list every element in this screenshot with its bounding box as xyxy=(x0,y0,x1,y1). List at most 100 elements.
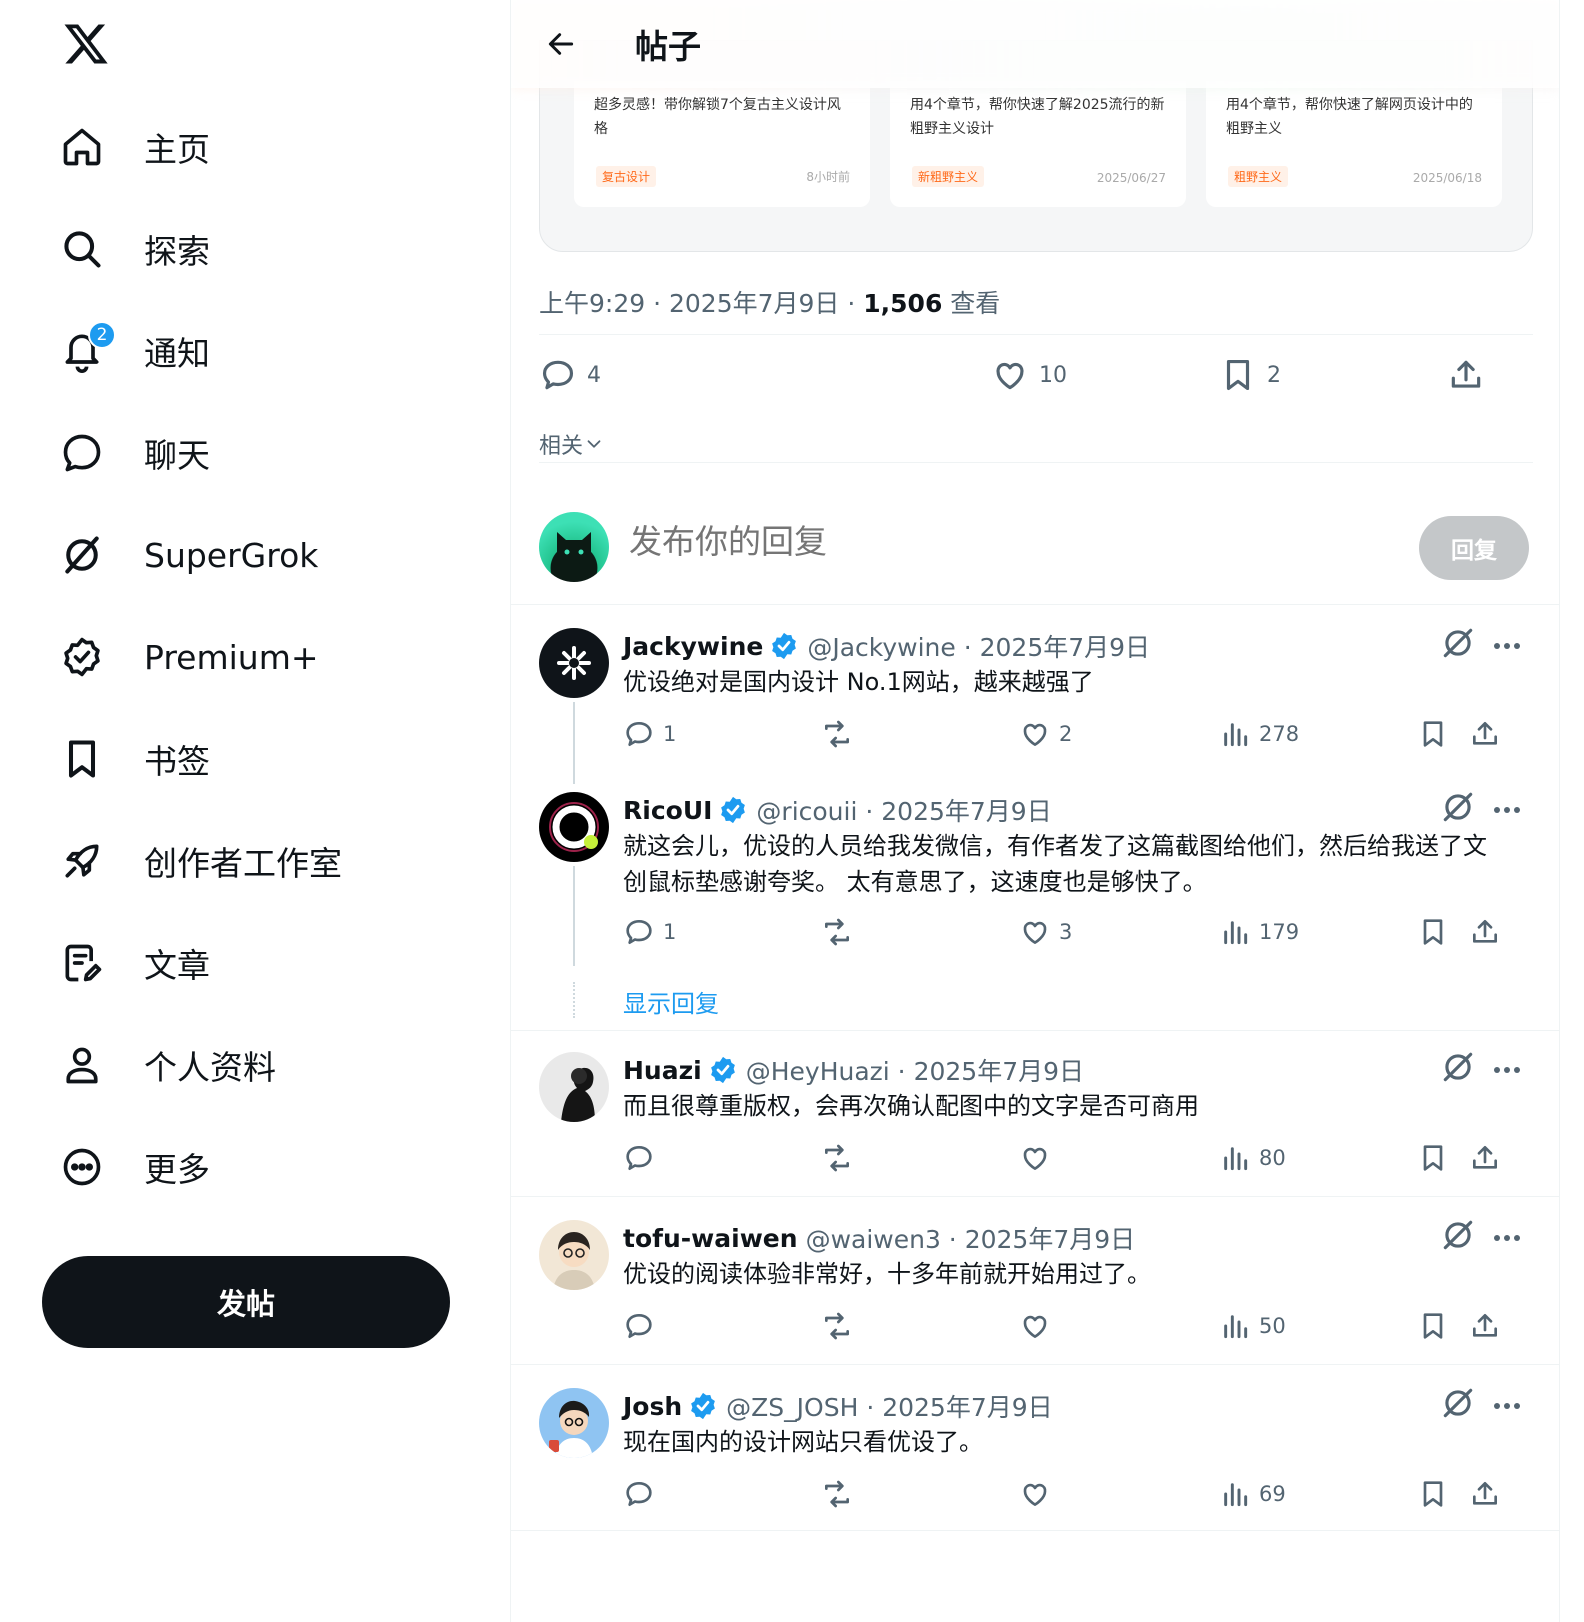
nav-bookmarks[interactable]: 书签 xyxy=(60,708,342,810)
reply-count: 4 xyxy=(587,362,601,388)
grok-icon[interactable] xyxy=(1439,1048,1477,1086)
nav-notifications[interactable]: 2 通知 xyxy=(60,300,342,402)
nav-creator-studio[interactable]: 创作者工作室 xyxy=(60,810,342,912)
verified-icon xyxy=(772,632,797,660)
bookmark-action[interactable] xyxy=(1417,1142,1449,1174)
nav-articles[interactable]: 文章 xyxy=(60,912,342,1014)
article-card[interactable]: 用4个章节，帮你快速了解网页设计中的粗野主义 粗野主义 2025/06/18 xyxy=(1206,81,1502,207)
article-card-title: 用4个章节，帮你快速了解2025流行的新粗野主义设计 xyxy=(910,97,1165,137)
reply-action[interactable]: 1 xyxy=(623,718,676,750)
nav-explore[interactable]: 探索 xyxy=(60,198,342,300)
avatar[interactable] xyxy=(539,1220,609,1290)
more-horizontal-icon[interactable] xyxy=(1489,1228,1525,1248)
search-icon xyxy=(60,227,104,271)
back-arrow-icon[interactable] xyxy=(539,22,583,66)
post-timestamp: 上午9:29 · 2025年7月9日 · 1,506 查看 xyxy=(539,284,1000,320)
more-horizontal-icon[interactable] xyxy=(1489,1396,1525,1416)
reply-action[interactable] xyxy=(623,1478,655,1510)
handle-and-date: @waiwen3 · 2025年7月9日 xyxy=(805,1225,1136,1254)
rocket-icon xyxy=(60,839,104,883)
chat-icon xyxy=(60,431,104,475)
display-name[interactable]: RicoUI xyxy=(623,796,712,825)
like-count: 2 xyxy=(1059,722,1073,746)
reply-composer: 回复 xyxy=(539,512,1533,584)
avatar[interactable] xyxy=(539,1052,609,1122)
bookmark-icon xyxy=(1423,1145,1443,1171)
more-horizontal-icon[interactable] xyxy=(1489,800,1525,820)
repost-icon xyxy=(825,1480,849,1508)
like-action[interactable]: 3 xyxy=(1019,916,1072,948)
article-card[interactable]: 用4个章节，帮你快速了解2025流行的新粗野主义设计 新粗野主义 2025/06… xyxy=(890,81,1186,207)
reply-action[interactable] xyxy=(623,1310,655,1342)
nav-home[interactable]: 主页 xyxy=(60,96,342,198)
bookmark-action[interactable]: 2 xyxy=(1219,356,1281,394)
like-action[interactable] xyxy=(1019,1478,1051,1510)
views-action[interactable]: 179 xyxy=(1219,916,1299,948)
reply-action[interactable] xyxy=(623,1142,655,1174)
repost-action[interactable] xyxy=(821,718,853,750)
nav-chat[interactable]: 聊天 xyxy=(60,402,342,504)
like-action[interactable]: 10 xyxy=(991,356,1067,394)
repost-action[interactable] xyxy=(821,1310,853,1342)
reply-header: Jackywine @Jackywine · 2025年7月9日 xyxy=(623,628,1150,664)
repost-action[interactable] xyxy=(821,1478,853,1510)
share-action[interactable] xyxy=(1469,1310,1501,1342)
share-action[interactable] xyxy=(1469,916,1501,948)
heart-icon xyxy=(1023,723,1047,746)
view-count: 278 xyxy=(1259,722,1300,746)
views-action[interactable]: 278 xyxy=(1219,718,1299,750)
reply-button[interactable]: 回复 xyxy=(1419,516,1529,580)
grok-icon[interactable] xyxy=(1439,1384,1477,1422)
like-action[interactable] xyxy=(1019,1310,1051,1342)
handle-and-date: @ZS_JOSH · 2025年7月9日 xyxy=(726,1393,1053,1422)
nav-premium[interactable]: Premium+ xyxy=(60,606,342,708)
bookmark-action[interactable] xyxy=(1417,1478,1449,1510)
nav-profile[interactable]: 个人资料 xyxy=(60,1014,342,1116)
related-toggle[interactable]: 相关 xyxy=(539,428,605,460)
divider xyxy=(539,462,1533,463)
repost-icon xyxy=(825,1144,849,1172)
article-card-tag: 粗野主义 xyxy=(1228,166,1289,187)
verified-icon xyxy=(710,1056,735,1084)
reply-input[interactable] xyxy=(629,522,1329,561)
display-name[interactable]: tofu-waiwen xyxy=(623,1224,798,1253)
share-action[interactable] xyxy=(1447,356,1485,394)
post-button[interactable]: 发帖 xyxy=(42,1256,450,1348)
avatar[interactable] xyxy=(539,792,609,862)
nav-chat-label: 聊天 xyxy=(144,436,210,475)
show-replies-link[interactable]: 显示回复 xyxy=(623,984,719,1019)
share-action[interactable] xyxy=(1469,1478,1501,1510)
share-action[interactable] xyxy=(1469,1142,1501,1174)
grok-icon[interactable] xyxy=(1439,1216,1477,1254)
repost-action[interactable] xyxy=(821,916,853,948)
views-action[interactable]: 80 xyxy=(1219,1142,1286,1174)
display-name[interactable]: Huazi xyxy=(623,1056,702,1085)
view-count: 50 xyxy=(1259,1314,1286,1338)
avatar[interactable] xyxy=(539,512,609,582)
bookmark-action[interactable] xyxy=(1417,718,1449,750)
display-name[interactable]: Jackywine xyxy=(623,632,763,661)
avatar[interactable] xyxy=(539,1388,609,1458)
avatar[interactable] xyxy=(539,628,609,698)
more-horizontal-icon[interactable] xyxy=(1489,636,1525,656)
views-action[interactable]: 69 xyxy=(1219,1478,1286,1510)
nav-more[interactable]: 更多 xyxy=(60,1116,342,1218)
bookmark-action[interactable] xyxy=(1417,1310,1449,1342)
share-action[interactable] xyxy=(1469,718,1501,750)
grok-icon[interactable] xyxy=(1439,788,1477,826)
like-action[interactable]: 2 xyxy=(1019,718,1072,750)
article-card[interactable]: 超多灵感！带你解锁7个复古主义设计风格 复古设计 8小时前 xyxy=(574,81,870,207)
reply-action[interactable]: 4 xyxy=(539,356,601,394)
repost-action[interactable] xyxy=(821,1142,853,1174)
nav-creator-studio-label: 创作者工作室 xyxy=(144,844,342,883)
post-time[interactable]: 上午9:29 · 2025年7月9日 · xyxy=(539,289,863,318)
bookmark-action[interactable] xyxy=(1417,916,1449,948)
nav-supergrok[interactable]: SuperGrok xyxy=(60,504,342,606)
display-name[interactable]: Josh xyxy=(623,1392,682,1421)
like-action[interactable] xyxy=(1019,1142,1051,1174)
more-horizontal-icon[interactable] xyxy=(1489,1060,1525,1080)
grok-icon[interactable] xyxy=(1439,624,1477,662)
views-action[interactable]: 50 xyxy=(1219,1310,1286,1342)
x-logo-icon[interactable] xyxy=(62,20,110,68)
reply-action[interactable]: 1 xyxy=(623,916,676,948)
